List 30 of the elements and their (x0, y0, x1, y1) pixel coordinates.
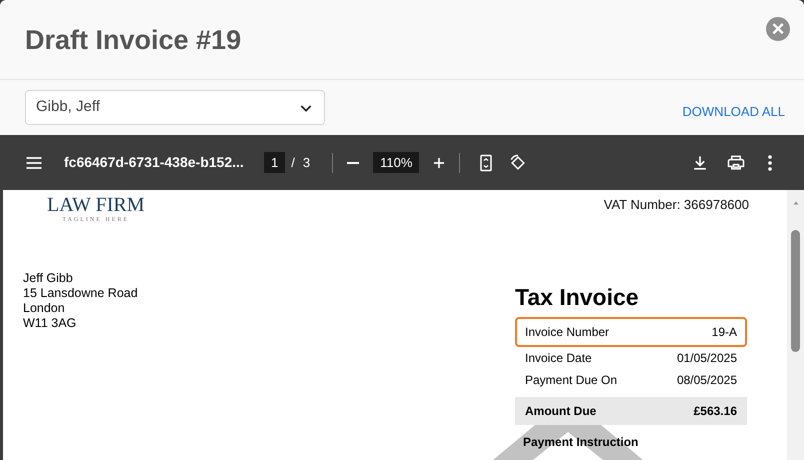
address-line: W11 3AG (23, 316, 78, 331)
row-value: £563.16 (694, 402, 737, 420)
print-button[interactable] (726, 152, 746, 172)
file-name: fc66467d-6731-438e-b152... (64, 153, 245, 172)
row-value: 01/05/2025 (676, 350, 737, 366)
row-label: Payment Due On (525, 372, 618, 388)
recipient-select[interactable]: Gibb, Jeff (25, 90, 325, 125)
scrollbar-thumb[interactable] (791, 230, 800, 352)
page-separator: / (291, 154, 295, 172)
print-icon (726, 152, 746, 172)
address-line: Jeff Gibb (23, 271, 74, 286)
scrollbar[interactable] (787, 190, 804, 460)
section-heading: Payment Instruction (522, 434, 640, 450)
page-count: 3 (302, 154, 310, 172)
invoice-heading: Tax Invoice (515, 283, 640, 312)
download-all-link[interactable]: DOWNLOAD ALL (682, 102, 785, 122)
row-label: Invoice Number (525, 324, 610, 340)
row-value: 08/05/2025 (676, 372, 737, 388)
page-number-field[interactable]: 1 (264, 152, 286, 174)
row-label: Invoice Date (525, 350, 592, 366)
logo-name: LAW FIRM (47, 194, 144, 216)
address-line: London (23, 301, 66, 316)
row-value: 19-A (712, 324, 737, 340)
row-label: Amount Due (525, 402, 596, 420)
zoom-field[interactable]: 110% (373, 152, 420, 174)
more-options-icon (768, 154, 772, 170)
vat-number: VAT Number: 366978600 (604, 196, 749, 214)
address-line: 15 Lansdowne Road (23, 286, 138, 301)
select-value: Gibb, Jeff (36, 97, 100, 118)
dialog-title: Draft Invoice #19 (25, 24, 242, 58)
